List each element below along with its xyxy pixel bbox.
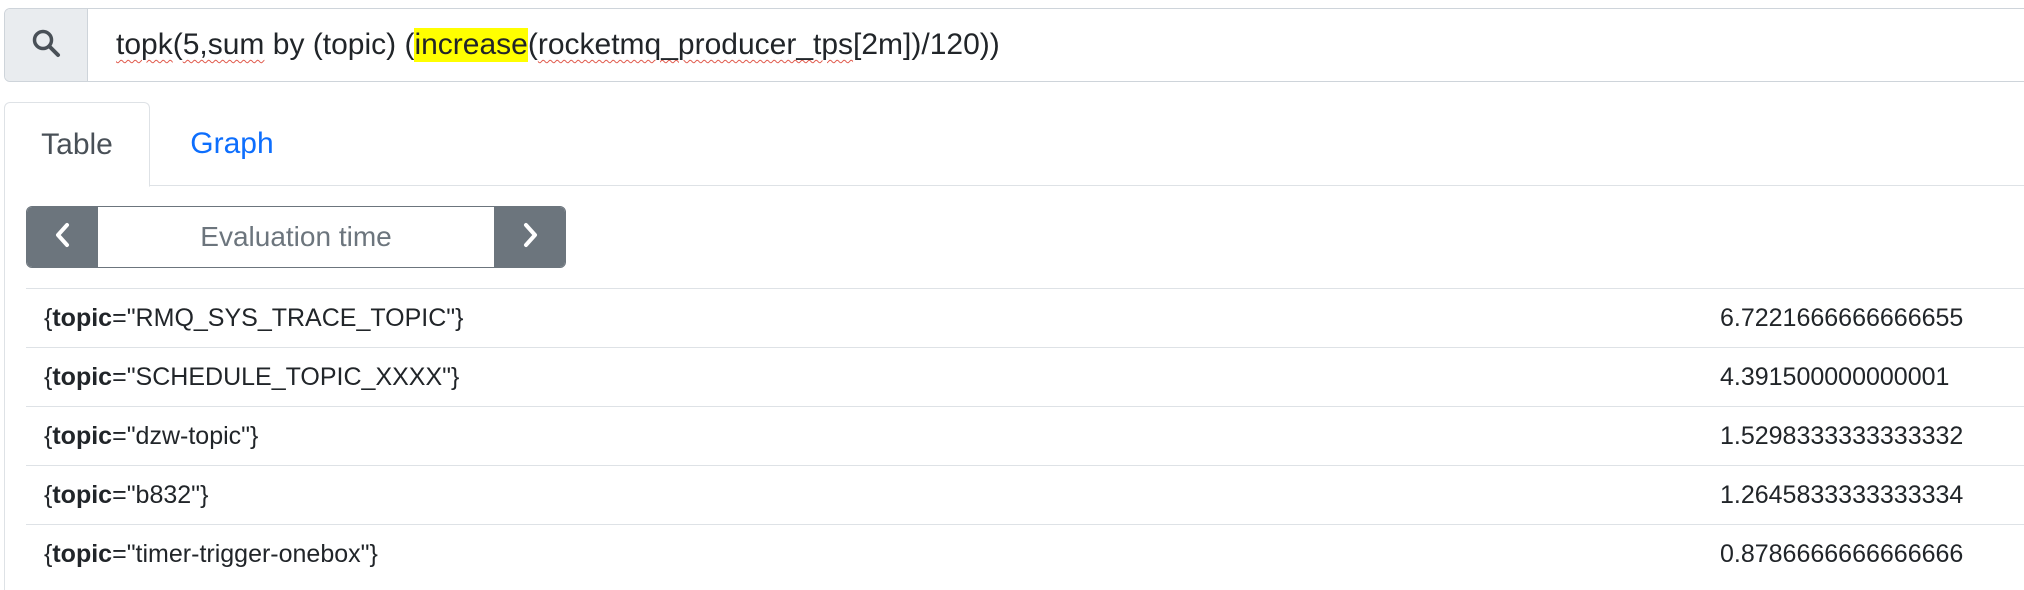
evaluation-time-input[interactable]: Evaluation time — [98, 207, 494, 267]
series-labels: {topic="b832"} — [44, 480, 209, 509]
query-token: increase — [414, 28, 528, 62]
series-labels: {topic="RMQ_SYS_TRACE_TOPIC"} — [44, 303, 464, 332]
label-name: topic — [52, 303, 113, 332]
label-name: topic — [52, 421, 113, 450]
evaluation-time-placeholder: Evaluation time — [200, 221, 392, 252]
label-name: topic — [52, 539, 113, 568]
label-value: "dzw-topic" — [126, 421, 251, 450]
tab-graph-label: Graph — [190, 127, 274, 160]
tab-graph[interactable]: Graph — [150, 102, 314, 186]
label-name: topic — [52, 362, 113, 391]
query-token: 5,sum — [182, 28, 265, 61]
query-expression-input[interactable]: topk(5,sum by (topic) (increase(rocketmq… — [88, 9, 2024, 81]
execute-button[interactable] — [5, 9, 88, 81]
table-row: {topic="RMQ_SYS_TRACE_TOPIC"} 6.72216666… — [26, 288, 2024, 347]
label-value: "SCHEDULE_TOPIC_XXXX" — [126, 362, 452, 391]
series-labels: {topic="dzw-topic"} — [44, 421, 259, 450]
series-value: 6.7221666666666655 — [1720, 303, 1964, 332]
label-name: topic — [52, 480, 113, 509]
series-labels: {topic="SCHEDULE_TOPIC_XXXX"} — [44, 362, 460, 391]
table-row: {topic="SCHEDULE_TOPIC_XXXX"} 4.39150000… — [26, 347, 2024, 406]
table-row: {topic="timer-trigger-onebox"} 0.8786666… — [26, 524, 2024, 583]
label-value: "RMQ_SYS_TRACE_TOPIC" — [126, 303, 456, 332]
next-time-button[interactable] — [494, 207, 565, 267]
series-value: 1.2645833333333334 — [1720, 480, 1964, 509]
label-value: "b832" — [126, 480, 201, 509]
label-value: "timer-trigger-onebox" — [126, 539, 370, 568]
table-row: {topic="b832"} 1.2645833333333334 — [26, 465, 2024, 524]
prev-time-button[interactable] — [27, 207, 98, 267]
tab-table[interactable]: Table — [4, 102, 150, 187]
query-token: topk — [116, 28, 173, 61]
query-token: by (topic) ( — [264, 28, 415, 61]
evaluation-time-control: Evaluation time — [26, 206, 566, 268]
query-bar: topk(5,sum by (topic) (increase(rocketmq… — [4, 8, 2024, 82]
series-value: 0.8786666666666666 — [1720, 539, 1964, 568]
query-token: [2m])/120)) — [853, 28, 1000, 61]
table-row: {topic="dzw-topic"} 1.5298333333333332 — [26, 406, 2024, 465]
chevron-right-icon — [519, 220, 541, 255]
chevron-left-icon — [52, 220, 74, 255]
query-token: ( — [172, 28, 183, 61]
series-value: 4.391500000000001 — [1720, 362, 1950, 391]
query-token: ( — [527, 28, 538, 61]
view-tabs: Table Graph — [4, 102, 2024, 187]
query-token: rocketmq_producer_tps — [537, 28, 854, 61]
series-value: 1.5298333333333332 — [1720, 421, 1964, 450]
results-table: {topic="RMQ_SYS_TRACE_TOPIC"} 6.72216666… — [26, 288, 2024, 583]
search-icon — [31, 28, 61, 63]
series-labels: {topic="timer-trigger-onebox"} — [44, 539, 378, 568]
query-page: topk(5,sum by (topic) (increase(rocketmq… — [0, 0, 2024, 590]
tab-table-label: Table — [41, 127, 113, 161]
